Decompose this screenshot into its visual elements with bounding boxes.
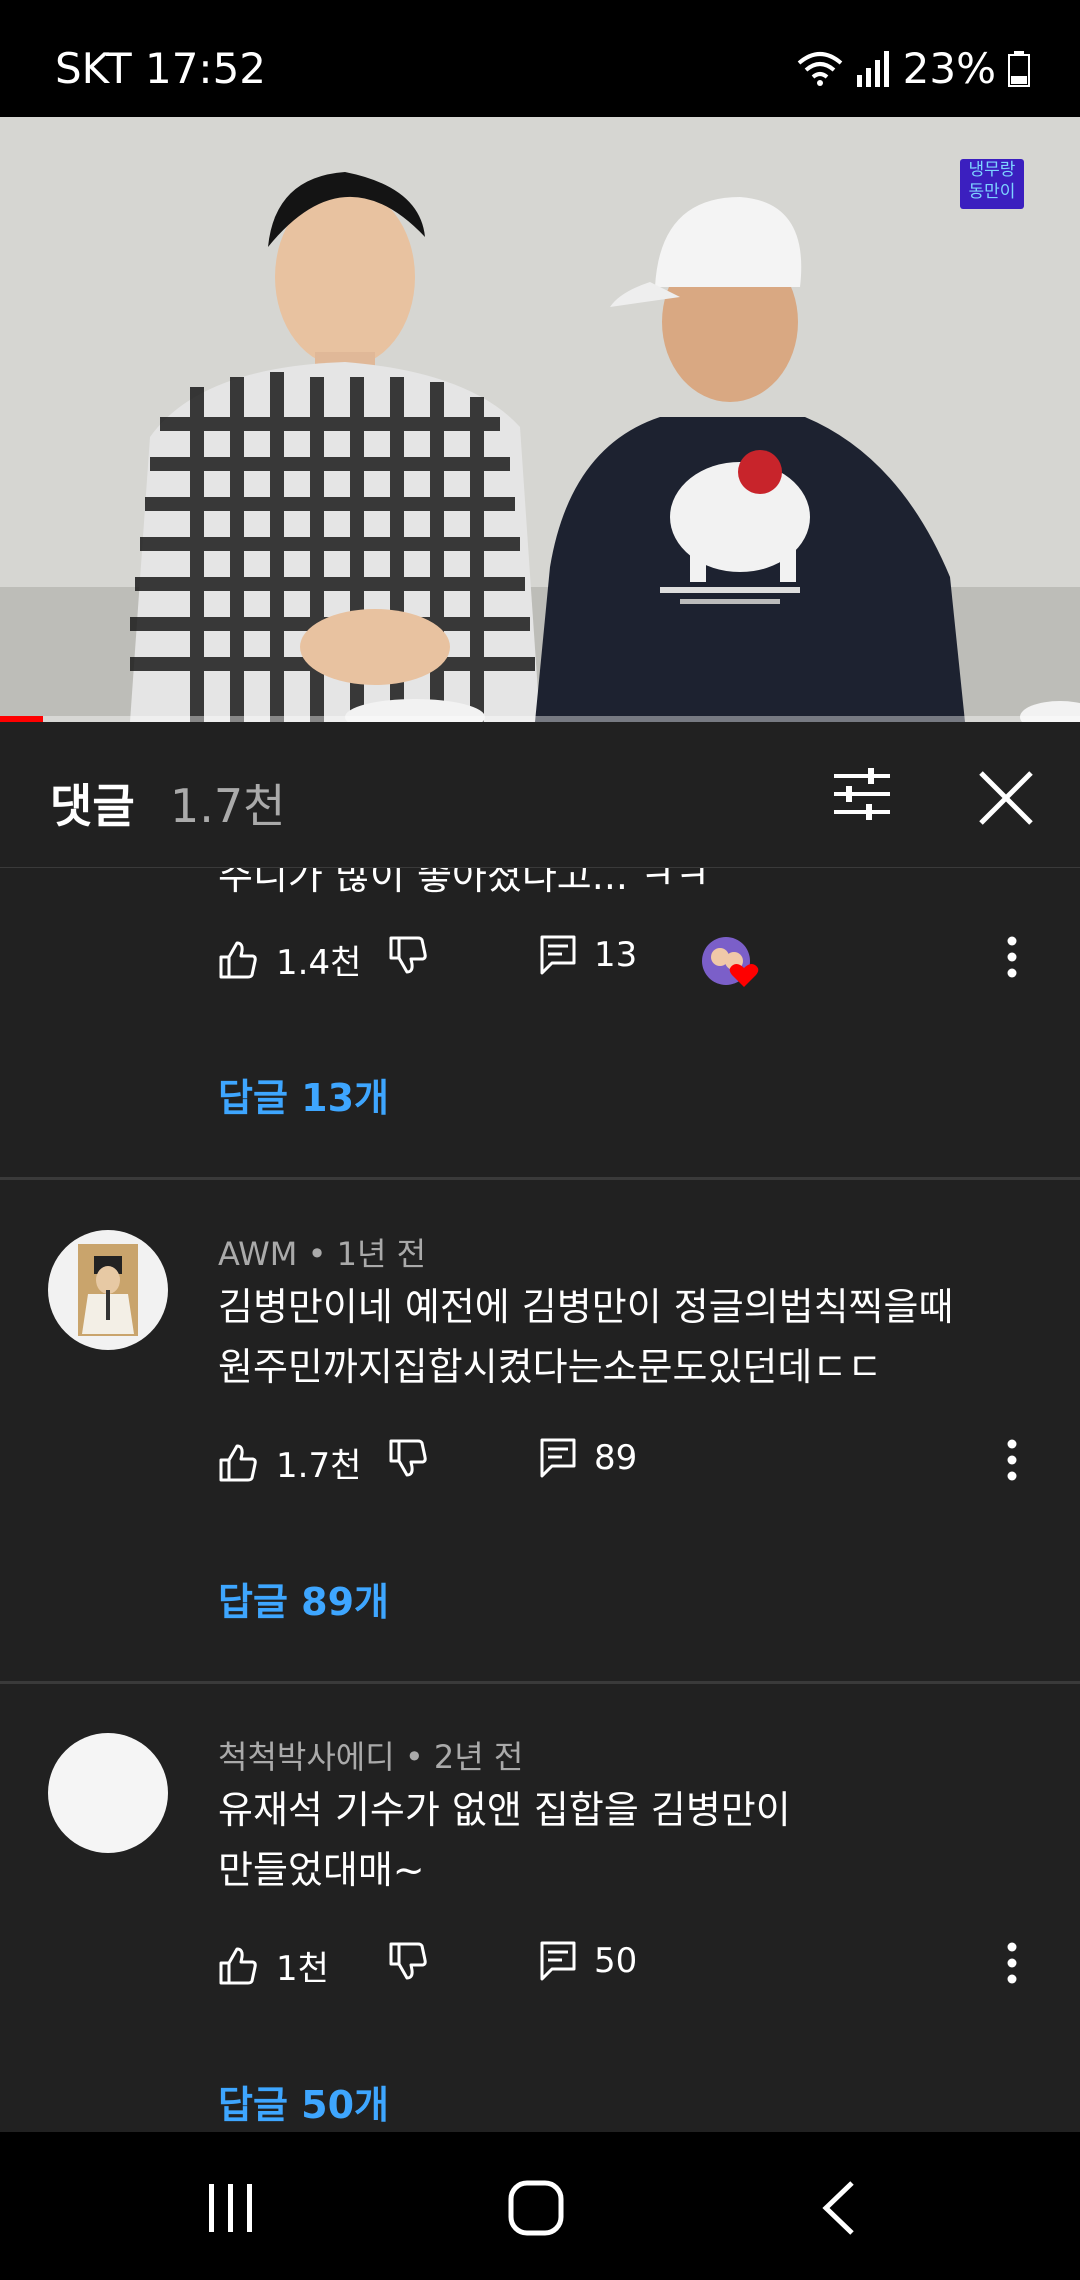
thumb-up-icon xyxy=(218,1443,258,1483)
comments-title: 댓글 xyxy=(50,779,135,833)
more-options-button[interactable] xyxy=(1006,1941,1018,1985)
comment-actions: 1.4천 13 xyxy=(218,935,1038,995)
comment-divider xyxy=(0,1177,1080,1180)
home-icon xyxy=(508,2180,564,2236)
view-replies-link[interactable]: 답글 89개 xyxy=(218,1571,389,1626)
more-options-button[interactable] xyxy=(1006,935,1018,979)
more-vert-icon xyxy=(1006,935,1018,979)
battery-icon xyxy=(1008,50,1030,87)
comment-actions: 1천 50 xyxy=(218,1941,1038,2001)
status-bar: SKT 17:52 23% xyxy=(0,0,1080,117)
comment-time: 2년 전 xyxy=(433,1738,524,1776)
thumb-down-icon xyxy=(388,935,428,975)
reply-button[interactable]: 13 xyxy=(540,935,637,975)
reply-count: 13 xyxy=(594,935,638,975)
filter-icon[interactable] xyxy=(832,764,892,824)
signal-icon xyxy=(856,50,891,87)
heart-icon xyxy=(702,937,759,987)
status-right: 23% xyxy=(795,44,1030,93)
channel-watermark: 냉무랑 동만이 xyxy=(960,159,1024,209)
like-count: 1.7천 xyxy=(276,1446,362,1486)
more-vert-icon xyxy=(1006,1941,1018,1985)
recent-apps-button[interactable] xyxy=(205,2182,257,2234)
thumb-up-icon xyxy=(218,1946,258,1986)
dislike-button[interactable] xyxy=(388,1438,428,1478)
comment-text: 김병만이네 예전에 김병만이 정글의법칙찍을때 원주민까지집합시켰다는소문도있던… xyxy=(218,1277,1038,1397)
comment-text-line: 만들었대매~ xyxy=(218,1848,425,1892)
comment-icon xyxy=(540,935,576,975)
view-replies-link[interactable]: 답글 50개 xyxy=(218,2074,389,2129)
comment-text: 유재석 기수가 없앤 집합을 김병만이 만들었대매~ xyxy=(218,1780,1038,1900)
view-replies-link[interactable]: 답글 13개 xyxy=(218,1067,389,1122)
thumb-up-icon xyxy=(218,940,258,980)
carrier-label: SKT xyxy=(55,44,132,93)
like-button[interactable]: 1.7천 xyxy=(218,1438,361,1487)
dislike-button[interactable] xyxy=(388,935,428,975)
home-button[interactable] xyxy=(508,2180,564,2236)
comment-text-line: 김병만이네 예전에 김병만이 정글의법칙찍을때 xyxy=(218,1285,954,1329)
comment-author[interactable]: 척척박사에디 xyxy=(218,1738,395,1776)
comment-icon xyxy=(540,1941,576,1981)
system-nav-bar xyxy=(0,2132,1080,2280)
comment-text-line: 유재석 기수가 없앤 집합을 김병만이 xyxy=(218,1788,791,1832)
avatar[interactable] xyxy=(48,1230,168,1350)
reply-count: 89 xyxy=(594,1438,638,1478)
like-count: 1.4천 xyxy=(276,943,362,983)
status-left: SKT 17:52 xyxy=(55,44,266,93)
clock: 17:52 xyxy=(144,44,267,93)
reply-count: 50 xyxy=(594,1941,638,1981)
dislike-button[interactable] xyxy=(388,1941,428,1981)
thumb-down-icon xyxy=(388,1941,428,1981)
comment-meta: 척척박사에디 • 2년 전 xyxy=(218,1738,524,1776)
avatar[interactable] xyxy=(48,1733,168,1853)
comment-icon xyxy=(540,1438,576,1478)
video-frame xyxy=(0,117,1080,722)
comment-text-line: 원주민까지집합시켰다는소문도있던데ㄷㄷ xyxy=(218,1345,883,1389)
comments-header: 댓글 1.7천 xyxy=(0,722,1080,868)
reply-button[interactable]: 50 xyxy=(540,1941,637,1981)
comment-text: 주니가 많이 좋아졌다고... ㅋㅋ xyxy=(218,867,710,898)
comment-time: 1년 전 xyxy=(336,1235,427,1273)
back-button[interactable] xyxy=(818,2180,858,2236)
video-player[interactable]: 냉무랑 동만이 xyxy=(0,117,1080,722)
like-button[interactable]: 1천 xyxy=(218,1941,329,1990)
more-vert-icon xyxy=(1006,1438,1018,1482)
comment-author[interactable]: AWM xyxy=(218,1235,297,1273)
back-icon xyxy=(818,2180,858,2236)
close-icon[interactable] xyxy=(978,770,1034,826)
more-options-button[interactable] xyxy=(1006,1438,1018,1482)
comment-divider xyxy=(0,1681,1080,1684)
recent-apps-icon xyxy=(205,2182,257,2234)
comments-count: 1.7천 xyxy=(170,779,286,833)
battery-percent: 23% xyxy=(902,44,996,93)
comment-meta: AWM • 1년 전 xyxy=(218,1235,427,1273)
like-count: 1천 xyxy=(276,1949,329,1989)
thumb-down-icon xyxy=(388,1438,428,1478)
reply-button[interactable]: 89 xyxy=(540,1438,637,1478)
like-button[interactable]: 1.4천 xyxy=(218,935,361,984)
creator-heart-badge xyxy=(700,935,764,991)
wifi-icon xyxy=(795,49,845,89)
comment-actions: 1.7천 89 xyxy=(218,1438,1038,1498)
comment-list[interactable]: 주니가 많이 좋아졌다고... ㅋㅋ 1.4천 13 답글 13개 AWM • … xyxy=(0,867,1080,2132)
